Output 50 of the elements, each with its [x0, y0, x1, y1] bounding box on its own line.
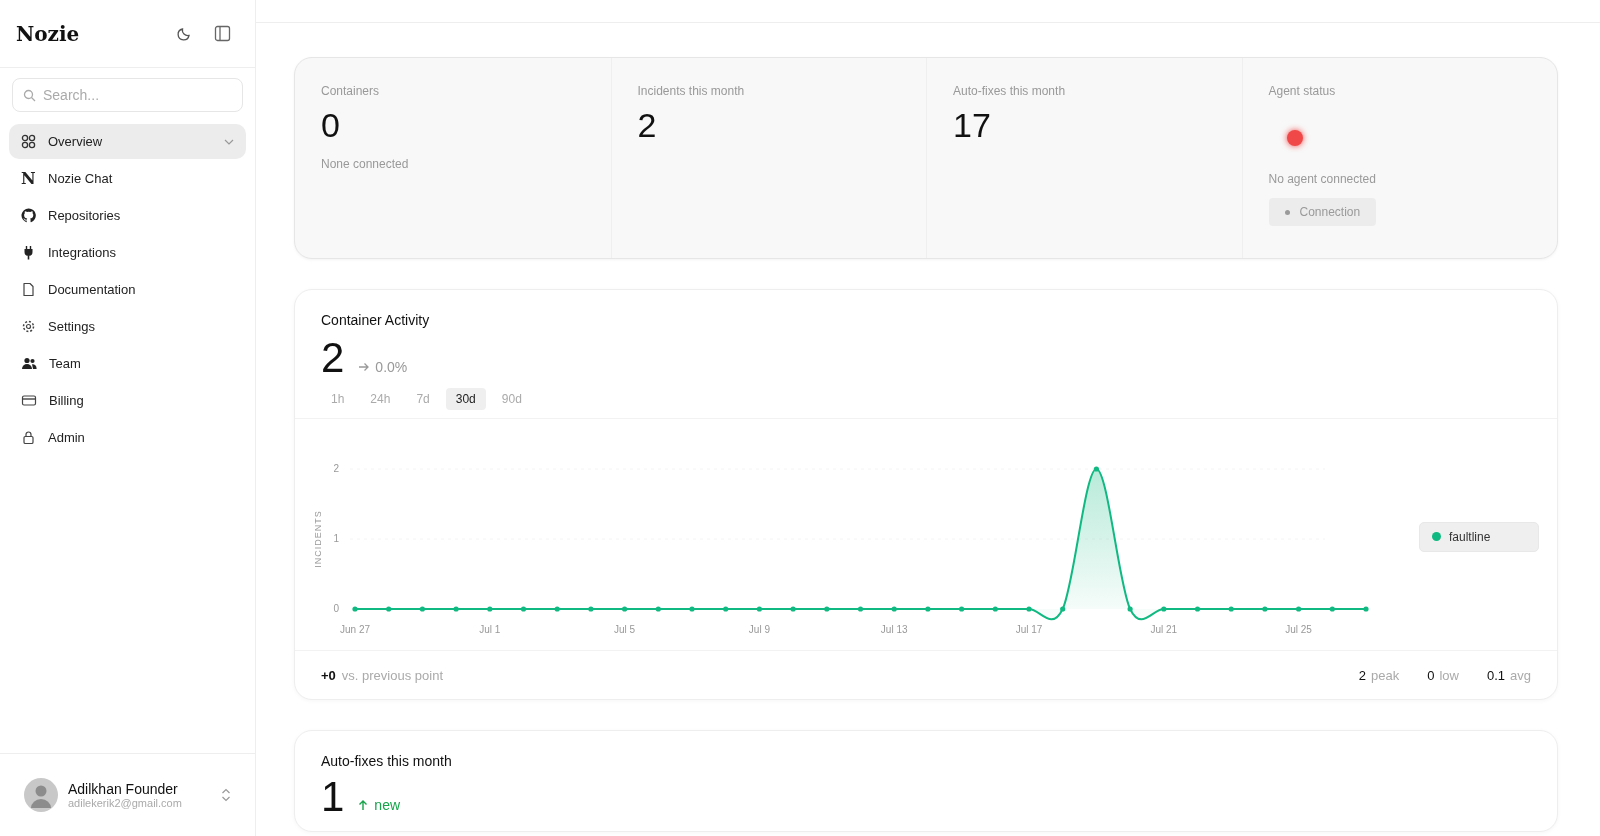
axis-tick-label: Jul 17: [1015, 624, 1043, 635]
axis-tick-label: Jul 1: [479, 624, 501, 635]
axis-tick-label: 0: [333, 603, 339, 614]
axis-tick-label: Jul 13: [880, 624, 908, 635]
user-menu[interactable]: Adilkhan Founder adilekerik2@gmail.com: [0, 753, 255, 836]
nav-item[interactable]: N Nozie Chat: [9, 161, 246, 196]
lock-icon: [21, 430, 36, 445]
chevron-up-down-icon: [221, 788, 231, 802]
cat-logo-icon: [21, 208, 36, 223]
axis-tick-label: 2: [333, 463, 339, 474]
axis-tick-label: Jul 9: [748, 624, 770, 635]
stat-value: 0: [1427, 667, 1435, 683]
stat-value: 0.1: [1486, 667, 1506, 683]
letter-logo-icon: N: [21, 170, 36, 187]
nav-item[interactable]: Integrations: [9, 235, 246, 270]
grid-icon: [21, 134, 36, 149]
nav-item[interactable]: Team: [9, 346, 246, 381]
stat-label: low: [1439, 667, 1459, 683]
axis-tick-label: Jul 5: [614, 624, 636, 635]
axis-title: INCIDENTS: [313, 510, 323, 568]
moon-icon[interactable]: [176, 25, 192, 42]
settings-icon: [21, 319, 36, 334]
search-field[interactable]: Search...: [12, 78, 243, 112]
nav-item[interactable]: Settings: [9, 309, 246, 344]
avatar: [24, 778, 58, 812]
search-icon: [23, 89, 36, 102]
axis-tick-label: Jun 27: [340, 624, 370, 635]
axis-tick-label: 1: [333, 533, 339, 544]
nav-item[interactable]: Overview: [9, 124, 246, 159]
stat-label: peak: [1371, 667, 1400, 683]
axis-tick-label: Jul 21: [1150, 624, 1178, 635]
file-icon: [21, 282, 36, 297]
nav-item[interactable]: Billing: [9, 383, 246, 418]
nav-item[interactable]: Admin: [9, 420, 246, 455]
legend-item: faultline: [1419, 521, 1539, 552]
change-indicator: new: [358, 797, 401, 813]
activity-card: Container Activity 2 0.0% 1h 24h 7d 30d 90d INCIDENTS 0 1 2 Jun 27 Jul 1 Jul 5 Jul 9 Jul 13 Jul 17 Jul 21 Jul 25 faultline +0 vs. previous point 2 peak 0 low 0.1 avg: [294, 289, 1558, 700]
nav-item[interactable]: Repositories: [9, 198, 246, 233]
autofixes-card: Auto-fixes this month 1 new: [294, 730, 1558, 832]
stat-value: 2: [1358, 667, 1366, 683]
stat-label: avg: [1510, 667, 1531, 683]
nav-item[interactable]: Documentation: [9, 272, 246, 307]
brand-logo: Nozie: [16, 21, 80, 46]
credit-card-icon: [21, 393, 37, 408]
range-tab[interactable]: 30d: [445, 388, 486, 410]
stats-panel: Containers 0 None connected Incidents this month 2 Auto-fixes this month 17 Agent status No agent connected Connection: [294, 57, 1558, 259]
users-icon: [21, 356, 37, 371]
sidebar-toggle-icon[interactable]: [214, 25, 231, 42]
axis-tick-label: Jul 25: [1285, 624, 1312, 635]
change-indicator: 0.0%: [358, 359, 408, 375]
